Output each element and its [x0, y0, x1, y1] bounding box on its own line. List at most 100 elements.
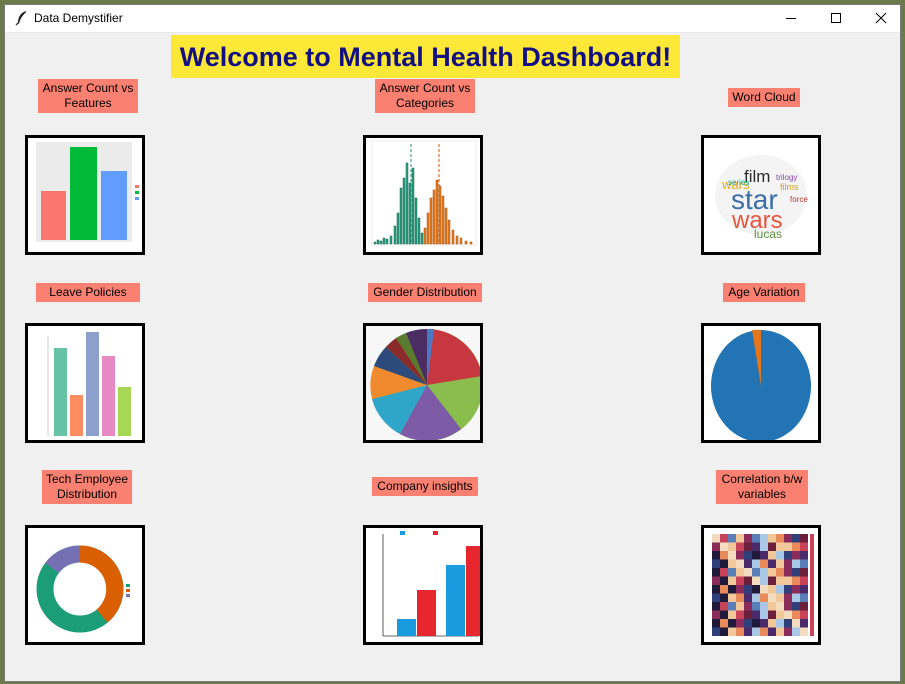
heatmap-thumbnail [712, 534, 814, 636]
maximize-button[interactable] [813, 5, 858, 32]
heatmap-cell [752, 619, 760, 628]
heatmap-cell [784, 593, 792, 602]
word-cloud-word: series [728, 178, 749, 187]
heatmap-cell [712, 551, 720, 560]
heatmap-cell [744, 610, 752, 619]
heatmap-cell [800, 542, 808, 551]
heatmap-cell [776, 576, 784, 585]
company-insights-chart-button[interactable] [363, 525, 483, 645]
heatmap-cell [736, 576, 744, 585]
heatmap-cell [744, 551, 752, 560]
app-window: Data Demystifier Welcome to Mental Healt… [4, 4, 901, 682]
heatmap-cell [760, 534, 768, 543]
heatmap-colorbar [810, 534, 814, 636]
heatmap-cell [736, 602, 744, 611]
heatmap-cell [760, 559, 768, 568]
heatmap-cell [760, 602, 768, 611]
histogram-thumbnail [371, 140, 477, 246]
heatmap-cell [728, 576, 736, 585]
tile-label-gender-distribution: Gender Distribution [368, 283, 482, 302]
title-bar[interactable]: Data Demystifier [5, 5, 900, 33]
heatmap-cell [776, 542, 784, 551]
answer-features-chart-button[interactable] [25, 135, 145, 255]
word-cloud-button[interactable]: film wars star wars lucas trilogy force … [701, 135, 821, 255]
minimize-button[interactable] [768, 5, 813, 32]
heatmap-cell [760, 610, 768, 619]
donut-chart-thumbnail [36, 545, 130, 633]
heatmap-cell [768, 542, 776, 551]
heatmap-cell [744, 585, 752, 594]
answer-categories-chart-button[interactable] [363, 135, 483, 255]
heatmap-cell [776, 585, 784, 594]
heatmap-cell [720, 585, 728, 594]
heatmap-cell [712, 576, 720, 585]
close-icon [875, 12, 886, 24]
gender-distribution-chart-button[interactable] [363, 323, 483, 443]
heatmap-cell [712, 619, 720, 628]
correlation-heatmap-button[interactable] [701, 525, 821, 645]
heatmap-cell [728, 551, 736, 560]
heatmap-cell [712, 559, 720, 568]
heatmap-cell [784, 576, 792, 585]
heatmap-cell [784, 568, 792, 577]
heatmap-cell [720, 602, 728, 611]
heatmap-cell [720, 576, 728, 585]
heatmap-cell [768, 627, 776, 636]
heatmap-cell [792, 551, 800, 560]
heatmap-cell [744, 542, 752, 551]
heatmap-cell [752, 576, 760, 585]
heatmap-cell [792, 576, 800, 585]
heatmap-cell [712, 542, 720, 551]
tile-label-age-variation: Age Variation [723, 283, 805, 302]
heatmap-cell [792, 593, 800, 602]
word-cloud-word: films [780, 182, 799, 192]
tech-employee-chart-button[interactable] [25, 525, 145, 645]
heatmap-cell [792, 534, 800, 543]
heatmap-cell [776, 551, 784, 560]
heatmap-cell [728, 593, 736, 602]
heatmap-cell [784, 534, 792, 543]
heatmap-cell [744, 534, 752, 543]
heatmap-cell [760, 593, 768, 602]
heatmap-cell [800, 568, 808, 577]
tile-label-leave-policies: Leave Policies [36, 283, 140, 302]
tile-label-company-insights: Company insights [372, 477, 478, 496]
heatmap-cell [736, 585, 744, 594]
heatmap-cell [776, 602, 784, 611]
heatmap-cell [728, 602, 736, 611]
heatmap-cell [728, 542, 736, 551]
minimize-icon [785, 18, 796, 19]
feather-icon [14, 10, 30, 26]
maximize-icon [830, 13, 841, 23]
heatmap-cell [728, 585, 736, 594]
heatmap-cell [784, 551, 792, 560]
heatmap-cell [800, 593, 808, 602]
heatmap-cell [736, 593, 744, 602]
heatmap-cell [792, 559, 800, 568]
heatmap-cell [736, 627, 744, 636]
heatmap-cell [720, 610, 728, 619]
heatmap-cell [784, 610, 792, 619]
heatmap-cell [728, 568, 736, 577]
heatmap-cell [800, 602, 808, 611]
heatmap-cell [784, 585, 792, 594]
heatmap-cell [792, 568, 800, 577]
age-variation-chart-button[interactable] [701, 323, 821, 443]
heatmap-cell [736, 559, 744, 568]
heatmap-cell [768, 610, 776, 619]
heatmap-cell [752, 585, 760, 594]
heatmap-cell [800, 551, 808, 560]
heatmap-cell [768, 602, 776, 611]
pie-chart-thumbnail [366, 326, 480, 440]
leave-policies-chart-button[interactable] [25, 323, 145, 443]
heatmap-cell [792, 602, 800, 611]
heatmap-cell [800, 627, 808, 636]
heatmap-cell [744, 602, 752, 611]
close-button[interactable] [858, 5, 903, 32]
heatmap-cell [736, 542, 744, 551]
dashboard-content: Welcome to Mental Health Dashboard! Answ… [5, 33, 900, 681]
heatmap-cell [752, 559, 760, 568]
heatmap-cell [760, 619, 768, 628]
word-cloud-thumbnail: film wars star wars lucas trilogy force … [715, 155, 808, 241]
heatmap-cell [736, 568, 744, 577]
